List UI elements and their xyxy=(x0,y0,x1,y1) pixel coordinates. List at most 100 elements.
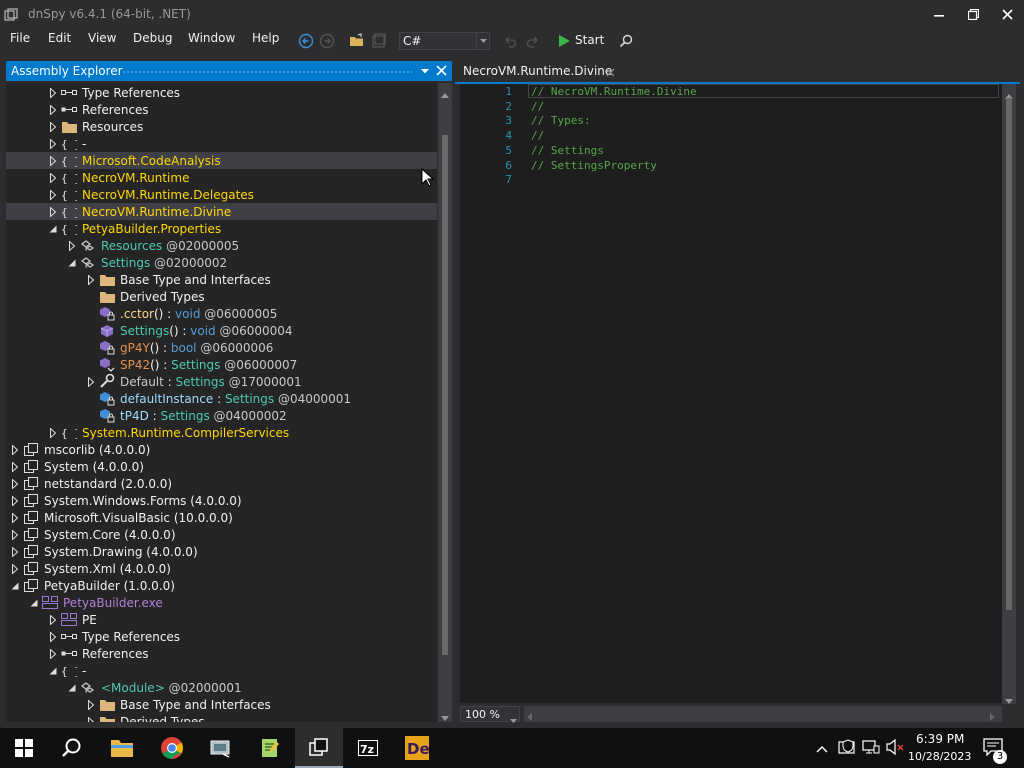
collapsed-triangle-icon[interactable] xyxy=(10,512,20,523)
taskbar-7zip[interactable]: 7z xyxy=(344,728,392,768)
assembly-tree[interactable]: Type ReferencesReferencesResources{ }-{ … xyxy=(6,83,437,722)
code-line[interactable]: // xyxy=(531,129,544,142)
drag-grip[interactable] xyxy=(122,70,412,74)
code-line[interactable]: // Settings xyxy=(531,144,604,157)
taskbar-dnspy[interactable]: De xyxy=(393,728,441,768)
undo-button[interactable] xyxy=(501,32,519,50)
expanded-triangle-icon[interactable] xyxy=(48,665,58,676)
taskbar-notepad[interactable] xyxy=(246,728,294,768)
clock-time[interactable]: 6:39 PM xyxy=(916,732,964,746)
expanded-triangle-icon[interactable] xyxy=(48,223,58,234)
expanded-triangle-icon[interactable] xyxy=(67,257,77,268)
tree-node[interactable]: Type References xyxy=(6,628,437,645)
scroll-left-icon[interactable] xyxy=(527,710,532,724)
collapsed-triangle-icon[interactable] xyxy=(10,444,20,455)
tree-node[interactable]: { }- xyxy=(6,662,437,679)
taskbar-chrome[interactable] xyxy=(148,728,196,768)
close-panel-icon[interactable] xyxy=(436,65,447,79)
expanded-triangle-icon[interactable] xyxy=(10,580,20,591)
restore-button[interactable] xyxy=(956,0,990,29)
collapsed-triangle-icon[interactable] xyxy=(48,427,58,438)
menu-window[interactable]: Window xyxy=(188,31,235,45)
menu-help[interactable]: Help xyxy=(252,31,279,45)
redo-button[interactable] xyxy=(524,32,542,50)
menu-file[interactable]: File xyxy=(10,31,30,45)
network-icon[interactable] xyxy=(862,739,880,758)
code-editor[interactable]: 1234567 // NecroVM.Runtime.Divine//// Ty… xyxy=(460,84,1016,703)
tree-node[interactable]: Base Type and Interfaces xyxy=(6,696,437,713)
tree-node[interactable]: PetyaBuilder.exe xyxy=(6,594,437,611)
tree-node[interactable]: Settings @02000002 xyxy=(6,254,437,271)
scroll-down-icon[interactable] xyxy=(1005,693,1013,707)
collapsed-triangle-icon[interactable] xyxy=(48,172,58,183)
tree-node[interactable]: <Module> @02000001 xyxy=(6,679,437,696)
dnspy-app-icon[interactable] xyxy=(4,8,18,22)
tree-node[interactable]: { } NecroVM.Runtime xyxy=(6,169,437,186)
tree-node[interactable]: System.Xml (4.0.0.0) xyxy=(6,560,437,577)
tree-node[interactable]: { } NecroVM.Runtime.Delegates xyxy=(6,186,437,203)
tree-node[interactable]: defaultInstance : Settings @04000001 xyxy=(6,390,437,407)
start-menu-button[interactable] xyxy=(0,728,48,768)
collapsed-triangle-icon[interactable] xyxy=(48,631,58,642)
tree-node[interactable]: System.Drawing (4.0.0.0) xyxy=(6,543,437,560)
start-debugging-button[interactable]: Start xyxy=(555,32,605,50)
tree-node[interactable]: References xyxy=(6,645,437,662)
clock-date[interactable]: 10/28/2023 xyxy=(908,750,971,763)
collapsed-triangle-icon[interactable] xyxy=(10,478,20,489)
tree-node[interactable]: Base Type and Interfaces xyxy=(6,271,437,288)
tree-node[interactable]: netstandard (2.0.0.0) xyxy=(6,475,437,492)
chevron-down-icon[interactable] xyxy=(510,712,517,726)
scroll-right-icon[interactable] xyxy=(990,710,995,724)
collapsed-triangle-icon[interactable] xyxy=(48,614,58,625)
zoom-select[interactable]: 100 % xyxy=(460,706,520,723)
code-line[interactable]: // SettingsProperty xyxy=(531,159,657,172)
collapsed-triangle-icon[interactable] xyxy=(48,87,58,98)
code-line[interactable]: // Types: xyxy=(531,114,591,127)
collapsed-triangle-icon[interactable] xyxy=(48,138,58,149)
tree-node[interactable]: System.Core (4.0.0.0) xyxy=(6,526,437,543)
tree-scroll-thumb[interactable] xyxy=(442,135,448,655)
tree-node[interactable]: Type References xyxy=(6,84,437,101)
tree-node[interactable]: Default : Settings @17000001 xyxy=(6,373,437,390)
tree-node[interactable]: .cctor() : void @06000005 xyxy=(6,305,437,322)
scroll-up-icon[interactable] xyxy=(441,87,449,101)
collapsed-triangle-icon[interactable] xyxy=(48,121,58,132)
tree-node[interactable]: Resources xyxy=(6,118,437,135)
tree-node[interactable]: Microsoft.VisualBasic (10.0.0.0) xyxy=(6,509,437,526)
tab-necrovm-runtime-divine[interactable]: NecroVM.Runtime.Divine xyxy=(455,60,622,82)
expanded-triangle-icon[interactable] xyxy=(29,597,39,608)
editor-vertical-scrollbar[interactable] xyxy=(1002,84,1016,704)
collapsed-triangle-icon[interactable] xyxy=(86,274,96,285)
tree-node[interactable]: { }- xyxy=(6,135,437,152)
collapsed-triangle-icon[interactable] xyxy=(86,376,96,387)
menu-view[interactable]: View xyxy=(88,31,116,45)
taskbar-dnspy-windows[interactable] xyxy=(295,728,343,768)
collapsed-triangle-icon[interactable] xyxy=(10,495,20,506)
tree-node[interactable]: System.Windows.Forms (4.0.0.0) xyxy=(6,492,437,509)
editor-scroll-thumb[interactable] xyxy=(1006,98,1012,610)
collapsed-triangle-icon[interactable] xyxy=(10,546,20,557)
tree-node[interactable]: { } Microsoft.CodeAnalysis xyxy=(6,152,437,169)
navigate-back-button[interactable] xyxy=(297,32,315,50)
tree-node[interactable]: { } PetyaBuilder.Properties xyxy=(6,220,437,237)
collapsed-triangle-icon[interactable] xyxy=(10,529,20,540)
tree-node[interactable]: Resources @02000005 xyxy=(6,237,437,254)
menu-debug[interactable]: Debug xyxy=(133,31,172,45)
tree-scrollbar[interactable] xyxy=(438,83,452,722)
collapsed-triangle-icon[interactable] xyxy=(48,104,58,115)
minimize-button[interactable] xyxy=(922,0,956,29)
expanded-triangle-icon[interactable] xyxy=(67,682,77,693)
collapsed-triangle-icon[interactable] xyxy=(48,648,58,659)
code-line[interactable]: // NecroVM.Runtime.Divine xyxy=(531,85,697,98)
search-button[interactable] xyxy=(617,32,635,50)
language-select[interactable]: C# xyxy=(399,32,490,50)
save-all-button[interactable] xyxy=(370,32,388,50)
menu-edit[interactable]: Edit xyxy=(48,31,71,45)
tree-node[interactable]: PetyaBuilder (1.0.0.0) xyxy=(6,577,437,594)
close-window-button[interactable] xyxy=(990,0,1024,29)
collapsed-triangle-icon[interactable] xyxy=(48,155,58,166)
editor-horizontal-scrollbar[interactable] xyxy=(524,706,1002,722)
navigate-forward-button[interactable] xyxy=(318,32,336,50)
chevron-down-icon[interactable] xyxy=(476,33,489,49)
tree-node[interactable]: References xyxy=(6,101,437,118)
